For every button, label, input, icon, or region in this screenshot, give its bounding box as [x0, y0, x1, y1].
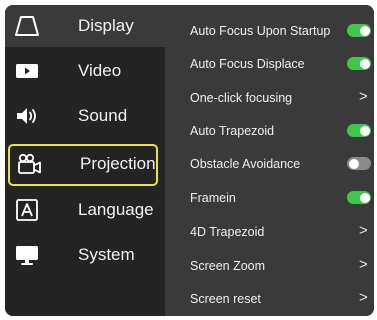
- toggle-knob: [359, 192, 370, 203]
- setting-label: Auto Focus Displace: [190, 57, 305, 71]
- setting-label: Obstacle Avoidance: [190, 157, 301, 171]
- monitor-icon: [16, 246, 38, 265]
- chevron-right-icon: >: [359, 88, 368, 105]
- setting-label: Screen Zoom: [190, 259, 266, 273]
- setting-label: Framein: [190, 191, 236, 205]
- setting-label: Auto Trapezoid: [190, 124, 275, 138]
- sidebar-item-projection[interactable]: Projection: [8, 144, 158, 186]
- setting-auto-focus-displace[interactable]: Auto Focus Displace: [165, 49, 374, 79]
- sidebar-item-sound[interactable]: Sound: [5, 95, 165, 137]
- setting-label: One-click focusing: [190, 91, 293, 105]
- setting-screen-reset[interactable]: Screen reset >: [165, 284, 374, 314]
- sidebar-item-label: Sound: [78, 106, 128, 125]
- setting-4d-trapezoid[interactable]: 4D Trapezoid >: [165, 217, 374, 247]
- video-icon: [16, 64, 38, 78]
- toggle-switch[interactable]: [347, 57, 371, 70]
- setting-framein[interactable]: Framein: [165, 183, 374, 213]
- toggle-switch[interactable]: [347, 191, 371, 204]
- setting-obstacle-avoidance[interactable]: Obstacle Avoidance: [165, 149, 374, 179]
- sidebar-item-label: System: [78, 245, 135, 264]
- toggle-knob: [359, 58, 370, 69]
- toggle-knob: [359, 25, 370, 36]
- toggle-switch[interactable]: [347, 24, 371, 37]
- setting-label: Screen reset: [190, 292, 261, 306]
- setting-label: 4D Trapezoid: [190, 225, 265, 239]
- setting-one-click-focusing[interactable]: One-click focusing >: [165, 83, 374, 113]
- sidebar-item-label: Projection: [80, 154, 156, 173]
- speaker-icon: [17, 108, 36, 124]
- projector-settings-screen: Display Video Sound Projection Language …: [5, 5, 374, 316]
- toggle-knob: [348, 158, 359, 169]
- setting-auto-trapezoid[interactable]: Auto Trapezoid: [165, 116, 374, 146]
- chevron-right-icon: >: [359, 289, 368, 306]
- chevron-right-icon: >: [359, 222, 368, 239]
- sidebar-item-display[interactable]: Display: [5, 5, 165, 47]
- trapezoid-icon: [15, 16, 39, 36]
- sidebar-item-label: Video: [78, 61, 122, 80]
- toggle-switch[interactable]: [347, 124, 371, 137]
- setting-label: Auto Focus Upon Startup: [190, 24, 331, 38]
- sidebar: Display Video Sound Projection Language …: [5, 5, 165, 316]
- settings-panel: Auto Focus Upon Startup Auto Focus Displ…: [165, 5, 374, 316]
- sidebar-item-label: Language: [78, 200, 154, 219]
- toggle-knob: [359, 125, 370, 136]
- setting-auto-focus-upon-startup[interactable]: Auto Focus Upon Startup: [165, 16, 374, 46]
- setting-screen-zoom[interactable]: Screen Zoom >: [165, 251, 374, 281]
- sidebar-item-label: Display: [78, 16, 134, 35]
- projector-icon: [18, 153, 41, 174]
- chevron-right-icon: >: [359, 256, 368, 273]
- sidebar-item-video[interactable]: Video: [5, 50, 165, 92]
- language-a-icon: [16, 199, 38, 221]
- toggle-switch[interactable]: [347, 157, 371, 170]
- sidebar-item-language[interactable]: Language: [5, 189, 165, 231]
- sidebar-item-system[interactable]: System: [5, 234, 165, 276]
